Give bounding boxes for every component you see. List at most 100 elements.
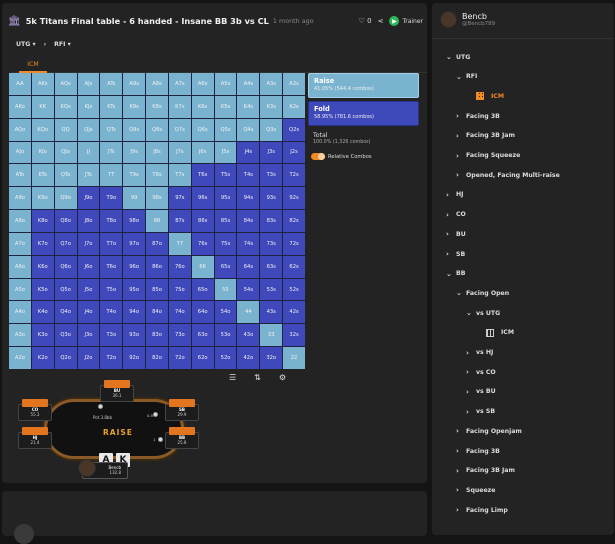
relative-combos-toggle[interactable] (311, 153, 325, 160)
range-cell[interactable]: A3s (260, 73, 283, 95)
user-profile[interactable]: Bencb @Bencb789 (440, 11, 495, 28)
legend-raise[interactable]: Raise 41.05% (544.4 combos) (308, 73, 419, 98)
range-cell[interactable]: 93o (123, 324, 146, 347)
range-cell[interactable]: KTo (31, 164, 54, 187)
range-cell[interactable]: Q2s (283, 118, 305, 141)
range-cell[interactable]: A2s (283, 73, 305, 95)
range-cell[interactable]: T8o (100, 210, 123, 232)
range-cell[interactable]: K4s (237, 95, 260, 118)
range-cell[interactable]: 92s (283, 187, 305, 210)
range-cell[interactable]: T9s (123, 164, 146, 187)
range-cell[interactable]: J9s (123, 141, 146, 164)
tree-item[interactable]: › Facing Limp (456, 506, 508, 514)
seat-bu[interactable]: BU 36.1 (100, 380, 134, 402)
seat-hj[interactable]: HJ 21.4 (18, 427, 52, 449)
range-cell[interactable]: 82o (146, 347, 168, 369)
range-cell[interactable]: T2o (100, 347, 123, 369)
range-cell[interactable]: JTo (77, 164, 100, 187)
range-cell[interactable]: T6o (100, 255, 123, 278)
range-cell[interactable]: 76o (168, 255, 191, 278)
tree-item[interactable]: › CO (446, 211, 466, 219)
range-cell[interactable]: T7s (168, 164, 191, 187)
range-cell[interactable]: 54s (237, 278, 260, 301)
tree-item[interactable]: ⌄ Facing Open (456, 289, 509, 297)
range-cell[interactable]: A2o (9, 347, 31, 369)
range-cell[interactable]: K6o (31, 255, 54, 278)
like-button[interactable]: ♡ 0 (359, 17, 372, 25)
range-cell[interactable]: A8s (146, 73, 168, 95)
range-cell[interactable]: T4s (237, 164, 260, 187)
range-cell[interactable]: T5o (100, 278, 123, 301)
range-cell[interactable]: 52s (283, 278, 305, 301)
range-cell[interactable]: K8o (31, 210, 54, 232)
range-cell[interactable]: 87o (146, 232, 168, 255)
range-cell[interactable]: 87s (168, 210, 191, 232)
range-cell[interactable]: 65s (214, 255, 237, 278)
range-cell[interactable]: 62o (191, 347, 214, 369)
range-cell[interactable]: 98s (146, 187, 168, 210)
range-cell[interactable]: J7s (168, 141, 191, 164)
range-cell[interactable]: Q2o (54, 347, 77, 369)
tree-item[interactable]: › Squeeze (456, 486, 495, 494)
range-cell[interactable]: KQo (31, 118, 54, 141)
range-cell[interactable]: J3o (77, 324, 100, 347)
range-cell[interactable]: 83s (260, 210, 283, 232)
legend-fold[interactable]: Fold 58.95% (781.6 combos) (308, 101, 419, 126)
range-cell[interactable]: 92o (123, 347, 146, 369)
breadcrumb-rfi[interactable]: RFI ▾ (54, 41, 71, 48)
range-cell[interactable]: 75o (168, 278, 191, 301)
trainer-button[interactable]: ▶ Trainer (389, 16, 423, 26)
range-cell[interactable]: A9o (9, 187, 31, 210)
range-cell[interactable]: 63s (260, 255, 283, 278)
range-cell[interactable]: Q8o (54, 210, 77, 232)
range-cell[interactable]: J6o (77, 255, 100, 278)
share-icon[interactable]: ⋖ (378, 17, 384, 25)
range-cell[interactable]: KQs (54, 95, 77, 118)
range-cell[interactable]: AQs (54, 73, 77, 95)
range-cell[interactable]: AKs (31, 73, 54, 95)
range-cell[interactable]: QTo (54, 164, 77, 187)
range-cell[interactable]: 99 (123, 187, 146, 210)
range-cell[interactable]: K9o (31, 187, 54, 210)
range-cell[interactable]: QJo (54, 141, 77, 164)
range-cell[interactable]: Q7s (168, 118, 191, 141)
range-cell[interactable]: K3s (260, 95, 283, 118)
tree-item[interactable]: › Opened, Facing Multi-raise (456, 171, 560, 179)
range-cell[interactable]: Q7o (54, 232, 77, 255)
range-cell[interactable]: AQo (9, 118, 31, 141)
range-cell[interactable]: J9o (77, 187, 100, 210)
tree-item[interactable]: ICM (466, 92, 504, 101)
range-cell[interactable]: K8s (146, 95, 168, 118)
tree-item[interactable]: ⌄ RFI (456, 73, 477, 81)
range-cell[interactable]: 95s (214, 187, 237, 210)
range-cell[interactable]: J8o (77, 210, 100, 232)
range-cell[interactable]: Q4o (54, 301, 77, 324)
range-cell[interactable]: K2o (31, 347, 54, 369)
range-cell[interactable]: 65o (191, 278, 214, 301)
tree-item[interactable]: › Facing 3B (456, 112, 500, 120)
range-cell[interactable]: KK (31, 95, 54, 118)
range-cell[interactable]: T3s (260, 164, 283, 187)
tree-item[interactable]: › Facing Squeeze (456, 152, 520, 160)
range-cell[interactable]: 76s (191, 232, 214, 255)
range-cell[interactable]: 55 (214, 278, 237, 301)
range-cell[interactable]: KTs (100, 95, 123, 118)
tree-item[interactable]: › SB (446, 250, 465, 258)
range-cell[interactable]: A4o (9, 301, 31, 324)
range-cell[interactable]: Q9s (123, 118, 146, 141)
seat-bb[interactable]: BB 25.8 (165, 427, 199, 449)
range-cell[interactable]: 98o (123, 210, 146, 232)
range-cell[interactable]: A7s (168, 73, 191, 95)
range-cell[interactable]: 22 (283, 347, 305, 369)
range-cell[interactable]: JJ (77, 141, 100, 164)
range-cell[interactable]: K2s (283, 95, 305, 118)
range-cell[interactable]: Q3s (260, 118, 283, 141)
range-cell[interactable]: K7s (168, 95, 191, 118)
range-cell[interactable]: 32o (260, 347, 283, 369)
range-cell[interactable]: J3s (260, 141, 283, 164)
range-cell[interactable]: J4s (237, 141, 260, 164)
range-cell[interactable]: AA (9, 73, 31, 95)
tree-item[interactable]: › Facing 3B (456, 447, 500, 455)
range-cell[interactable]: T4o (100, 301, 123, 324)
range-cell[interactable]: 85o (146, 278, 168, 301)
